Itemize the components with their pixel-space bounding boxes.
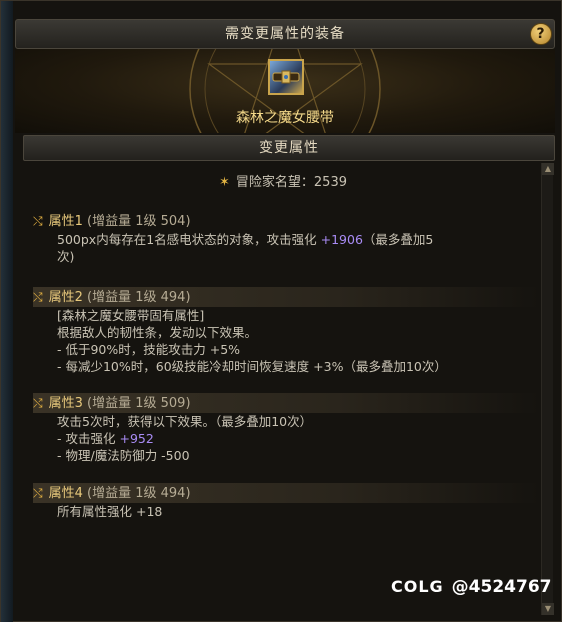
attribute-description: [森林之魔女腰带固有属性] 根据敌人的韧性条，发动以下效果。 - 低于90%时，…: [33, 307, 539, 375]
description-line: 所有属性强化 +18: [57, 504, 163, 519]
scroll-down-icon[interactable]: ▼: [542, 603, 554, 615]
watermark-handle: @4524767: [451, 577, 552, 597]
attribute-title: 属性2: [48, 290, 83, 305]
section-header: 变更属性: [23, 135, 555, 161]
vertical-scrollbar[interactable]: ▲ ▼: [541, 163, 554, 615]
stat-highlight: +952: [119, 431, 154, 446]
laurel-icon: ✶: [219, 175, 230, 190]
stat-highlight: +1906: [320, 232, 363, 247]
help-button[interactable]: ?: [530, 23, 552, 45]
scroll-up-icon[interactable]: ▲: [542, 163, 554, 175]
description-line: 攻击5次时，获得以下效果。（最多叠加10次）: [57, 414, 313, 429]
shuffle-icon: ⤭: [33, 214, 43, 228]
shuffle-icon: ⤭: [33, 486, 43, 500]
attribute-title: 属性4: [48, 486, 83, 501]
equipment-name: 森林之魔女腰带: [236, 110, 334, 126]
description-line: - 攻击强化 +952: [57, 431, 154, 446]
attribute-description: 500px内每存在1名感电状态的对象，攻击强化 +1906（最多叠加5 次): [33, 231, 539, 265]
shuffle-icon: ⤭: [33, 290, 43, 304]
belt-icon[interactable]: [268, 59, 304, 95]
description-line: 次): [57, 249, 75, 264]
reputation-text: 冒险家名望：2539: [235, 175, 347, 190]
attribute-description: 所有属性强化 +18: [33, 503, 539, 520]
attribute-meta: (增益量 1级 494): [87, 290, 191, 305]
description-line: - 物理/魔法防御力 -500: [57, 448, 190, 463]
window-titlebar: 需变更属性的装备 ?: [15, 19, 555, 49]
attribute-meta: (增益量 1级 509): [87, 396, 191, 411]
attribute-block-3: ⤭ 属性3 (增益量 1级 509) 攻击5次时，获得以下效果。（最多叠加10次）…: [33, 393, 539, 464]
attribute-description: 攻击5次时，获得以下效果。（最多叠加10次） - 攻击强化 +952 - 物理/…: [33, 413, 539, 464]
attribute-meta: (增益量 1级 504): [87, 214, 191, 229]
question-icon: ?: [536, 26, 546, 42]
background-strip: [1, 1, 13, 622]
attribute-block-2: ⤭ 属性2 (增益量 1级 494) [森林之魔女腰带固有属性] 根据敌人的韧性条…: [33, 287, 539, 375]
attribute-header[interactable]: ⤭ 属性4 (增益量 1级 494): [33, 483, 539, 503]
colg-logo: COLG: [391, 577, 444, 596]
description-line: - 低于90%时，技能攻击力 +5%: [57, 342, 241, 357]
attribute-block-1: ⤭ 属性1 (增益量 1级 504) 500px内每存在1名感电状态的对象，攻击强…: [33, 211, 539, 265]
attribute-header[interactable]: ⤭ 属性3 (增益量 1级 509): [33, 393, 539, 413]
window-title: 需变更属性的装备: [225, 26, 345, 42]
description-line: 根据敌人的韧性条，发动以下效果。: [57, 325, 258, 340]
attribute-meta: (增益量 1级 494): [87, 486, 191, 501]
adventurer-reputation: ✶ 冒险家名望：2539: [219, 171, 347, 190]
section-title: 变更属性: [259, 140, 319, 156]
equipment-display: 森林之魔女腰带: [15, 49, 555, 133]
attribute-title: 属性1: [48, 214, 83, 229]
description-line: [森林之魔女腰带固有属性]: [57, 308, 205, 323]
attribute-block-4: ⤭ 属性4 (增益量 1级 494) 所有属性强化 +18: [33, 483, 539, 520]
description-line: - 每减少10%时，60级技能冷却时间恢复速度 +3%（最多叠加10次）: [57, 359, 447, 374]
watermark: COLG @4524767: [391, 577, 551, 597]
attribute-list: ✶ 冒险家名望：2539 ⤭ 属性1 (增益量 1级 504) 500px内每存在1…: [23, 163, 541, 615]
shuffle-icon: ⤭: [33, 396, 43, 410]
description-line: 500px内每存在1名感电状态的对象，攻击强化 +1906（最多叠加5: [57, 232, 434, 247]
equipment-attribute-window: 需变更属性的装备 ? 森林之魔女腰带 变更属性 ✶ 冒险家名望：2539 ⤭ 属…: [0, 0, 562, 622]
attribute-header[interactable]: ⤭ 属性2 (增益量 1级 494): [33, 287, 539, 307]
attribute-header[interactable]: ⤭ 属性1 (增益量 1级 504): [33, 211, 539, 231]
attribute-title: 属性3: [48, 396, 83, 411]
